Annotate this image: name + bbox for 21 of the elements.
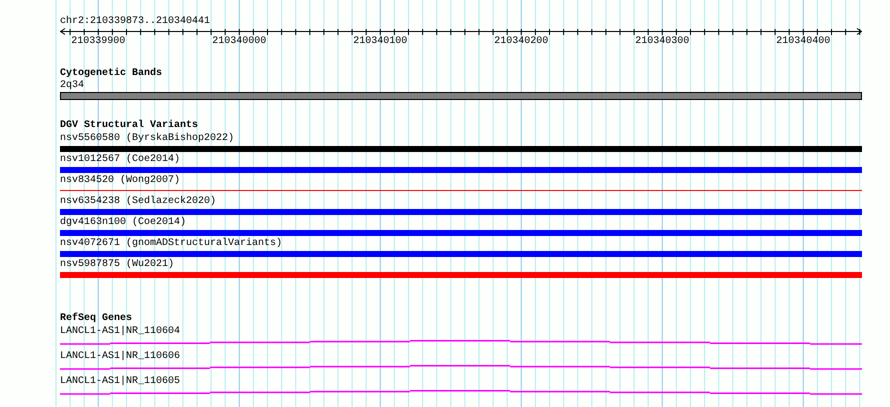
feature-label: 2q34 <box>60 80 84 92</box>
tick-label: 210339900 <box>71 36 126 48</box>
feature-label: nsv5987875 (Wu2021) <box>60 258 174 271</box>
feature-label: nsv4072671 (gnomADStructuralVariants) <box>60 237 282 250</box>
tick-label: 210340200 <box>494 36 548 48</box>
track-title: Cytogenetic Bands <box>60 68 162 80</box>
tick-label: 210340400 <box>776 36 830 48</box>
tick-label: 210340100 <box>353 36 408 48</box>
feature-label: LANCL1-AS1|NR_110604 <box>60 325 180 338</box>
feature-label: dgv4163n100 (Coe2014) <box>60 216 186 229</box>
tick-label: 210340300 <box>635 36 690 48</box>
feature-label: nsv1012567 (Coe2014) <box>60 153 180 166</box>
feature-label: LANCL1-AS1|NR_110605 <box>60 375 180 388</box>
location-label: chr2:210339873..210340441 <box>60 15 210 28</box>
feature-label: LANCL1-AS1|NR_110606 <box>60 350 180 363</box>
feature-label: nsv5560580 (ByrskaBishop2022) <box>60 132 234 145</box>
track-title: DGV Structural Variants <box>60 120 198 132</box>
feature-label: nsv834520 (Wong2007) <box>60 174 180 187</box>
track-title: RefSeq Genes <box>60 313 132 325</box>
tick-label: 210340000 <box>212 36 266 48</box>
feature-label: nsv6354238 (Sedlazeck2020) <box>60 195 216 208</box>
